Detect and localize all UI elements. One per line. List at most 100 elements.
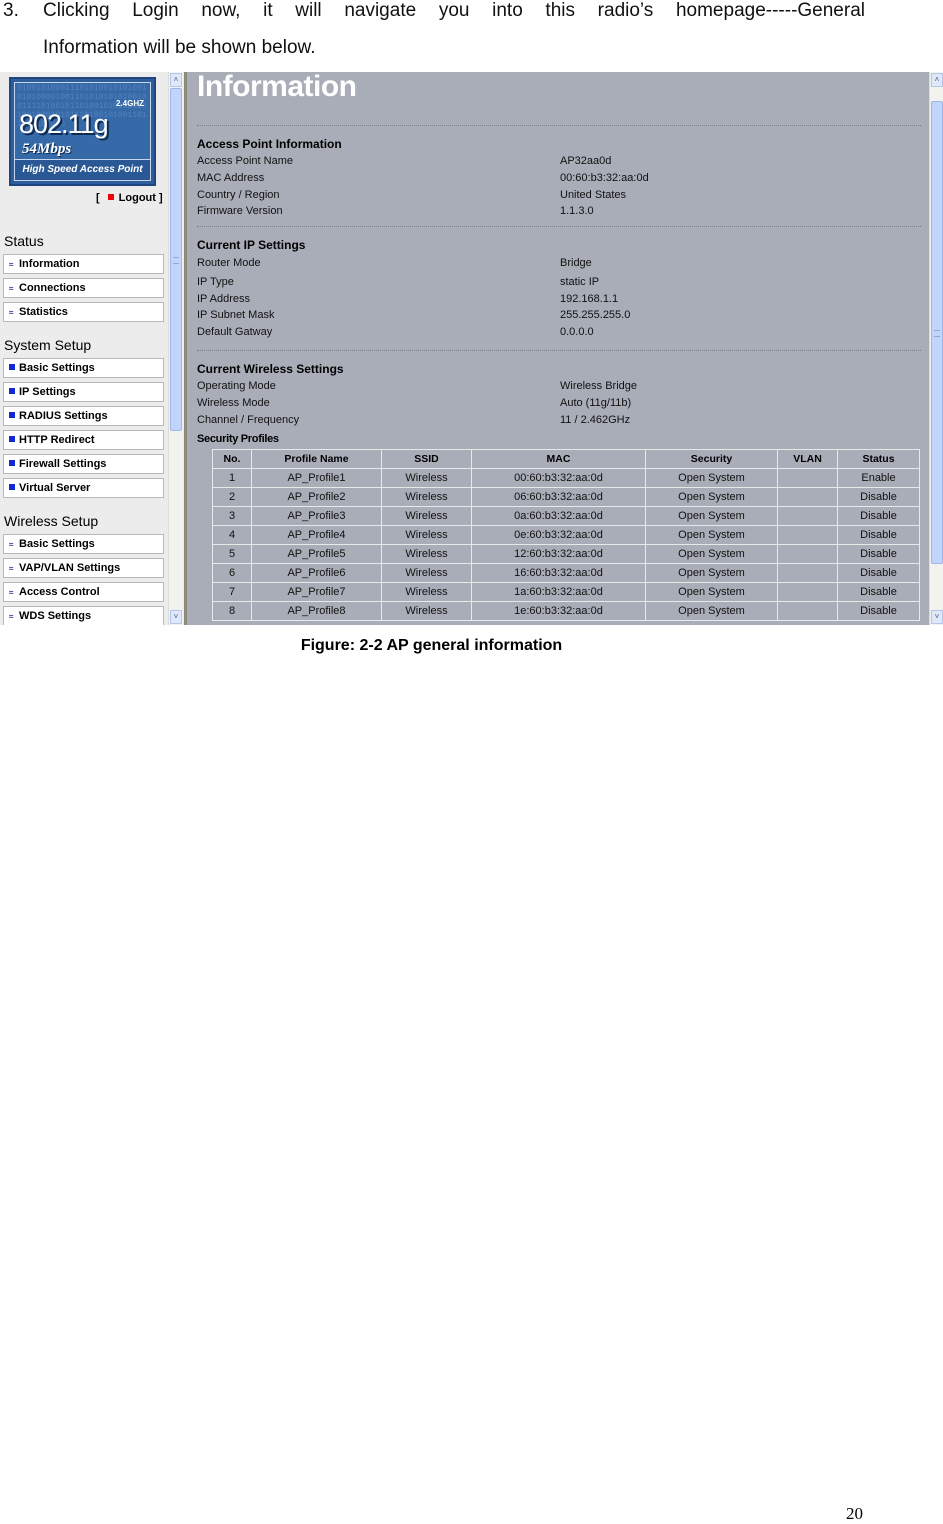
- table-row: 1 AP_Profile1 Wireless 00:60:b3:32:aa:0d Ope…: [212, 468, 920, 488]
- sidebar-item-basic-settings[interactable]: Basic Settings: [3, 358, 164, 378]
- column-header: Status: [837, 449, 920, 469]
- table-row: 6 AP_Profile6 Wireless 16:60:b3:32:aa:0d Ope…: [212, 563, 920, 583]
- table-cell: 00:60:b3:32:aa:0d: [471, 468, 646, 488]
- table-cell: 3: [212, 506, 252, 526]
- column-header: No.: [212, 449, 252, 469]
- table-cell: [777, 487, 838, 507]
- ip-address-label: IP Address: [197, 293, 250, 305]
- table-cell: AP_Profile5: [251, 544, 382, 564]
- table-cell: Wireless: [381, 563, 472, 583]
- table-cell: Open System: [645, 601, 778, 621]
- table-row: 8 AP_Profile8 Wireless 1e:60:b3:32:aa:0d Ope…: [212, 601, 920, 621]
- column-header: MAC: [471, 449, 646, 469]
- table-cell: Open System: [645, 563, 778, 583]
- scroll-down-icon[interactable]: ˅: [170, 610, 182, 624]
- table-cell: 8: [212, 601, 252, 621]
- figure-caption: Figure: 2-2 AP general information: [300, 637, 563, 654]
- sidebar-item-wireless-basic-settings[interactable]: ≈ Basic Settings: [3, 534, 164, 554]
- divider: [197, 125, 921, 126]
- sidebar-section-system-setup: System Setup: [4, 337, 92, 353]
- table-row: 7 AP_Profile7 Wireless 1a:60:b3:32:aa:0d Ope…: [212, 582, 920, 602]
- main-scrollbar[interactable]: ˄ ˅: [929, 72, 943, 625]
- scroll-up-icon[interactable]: ˄: [170, 73, 182, 87]
- logo-standard: 802.11g: [19, 109, 109, 139]
- sidebar-item-http-redirect[interactable]: HTTP Redirect: [3, 430, 164, 450]
- intro-line-2: Information will be shown below.: [43, 37, 316, 58]
- table-cell: AP_Profile3: [251, 506, 382, 526]
- feed-icon: ≈: [9, 540, 14, 549]
- sidebar-item-label: Basic Settings: [19, 538, 95, 550]
- scroll-up-icon[interactable]: ˄: [931, 73, 943, 87]
- table-cell: [777, 601, 838, 621]
- sidebar-item-label: Access Control: [19, 586, 100, 598]
- scroll-down-icon[interactable]: ˅: [931, 610, 943, 624]
- column-header: VLAN: [777, 449, 838, 469]
- table-cell: AP_Profile6: [251, 563, 382, 583]
- table-cell: 4: [212, 525, 252, 545]
- ap-name-value: AP32aa0d: [560, 155, 612, 167]
- sidebar-item-label: VAP/VLAN Settings: [19, 562, 121, 574]
- square-icon: [9, 364, 15, 370]
- sidebar-item-information[interactable]: ≈ Information: [3, 254, 164, 274]
- sidebar-item-virtual-server[interactable]: Virtual Server: [3, 478, 164, 498]
- sidebar-item-label: WDS Settings: [19, 610, 92, 622]
- sidebar-scrollbar[interactable]: ˄ ˅: [168, 72, 183, 625]
- logout-bracket-close: ]: [159, 192, 163, 204]
- country-region-label: Country / Region: [197, 189, 280, 201]
- table-cell: 0a:60:b3:32:aa:0d: [471, 506, 646, 526]
- wireless-mode-label: Wireless Mode: [197, 397, 270, 409]
- table-cell: 2: [212, 487, 252, 507]
- table-cell: [777, 525, 838, 545]
- table-cell: Disable: [837, 525, 920, 545]
- sidebar-item-label: RADIUS Settings: [19, 410, 108, 422]
- table-cell: 1a:60:b3:32:aa:0d: [471, 582, 646, 602]
- logout-link[interactable]: [Logout ]: [96, 192, 163, 204]
- intro-line-1: Clicking Login now, it will navigate you…: [43, 0, 865, 21]
- table-cell: Open System: [645, 544, 778, 564]
- operating-mode-value: Wireless Bridge: [560, 380, 638, 392]
- sidebar-scroll-thumb[interactable]: [170, 88, 182, 431]
- table-cell: [777, 544, 838, 564]
- sidebar-section-status: Status: [4, 233, 44, 249]
- page-title: Information: [197, 72, 357, 103]
- access-point-info-heading: Access Point Information: [197, 137, 342, 151]
- table-cell: Open System: [645, 506, 778, 526]
- sidebar-item-access-control[interactable]: ≈ Access Control: [3, 582, 164, 602]
- table-cell: 06:60:b3:32:aa:0d: [471, 487, 646, 507]
- main-content: Information Access Point Information Acc…: [187, 72, 929, 625]
- table-cell: Wireless: [381, 506, 472, 526]
- table-cell: Disable: [837, 506, 920, 526]
- table-cell: 0e:60:b3:32:aa:0d: [471, 525, 646, 545]
- square-icon: [9, 460, 15, 466]
- divider: [197, 226, 921, 227]
- sidebar-item-firewall-settings[interactable]: Firewall Settings: [3, 454, 164, 474]
- table-row: 2 AP_Profile2 Wireless 06:60:b3:32:aa:0d Ope…: [212, 487, 920, 507]
- square-icon: [9, 484, 15, 490]
- sidebar-item-vap-vlan-settings[interactable]: ≈ VAP/VLAN Settings: [3, 558, 164, 578]
- sidebar-item-ip-settings[interactable]: IP Settings: [3, 382, 164, 402]
- sidebar-item-radius-settings[interactable]: RADIUS Settings: [3, 406, 164, 426]
- square-icon: [9, 436, 15, 442]
- table-cell: [777, 468, 838, 488]
- logout-label: Logout: [118, 192, 156, 204]
- firmware-version-value: 1.1.3.0: [560, 205, 594, 217]
- table-cell: Open System: [645, 487, 778, 507]
- table-cell: AP_Profile1: [251, 468, 382, 488]
- sidebar-item-connections[interactable]: ≈ Connections: [3, 278, 164, 298]
- main-scroll-thumb[interactable]: [931, 101, 943, 564]
- sidebar-item-statistics[interactable]: ≈ Statistics: [3, 302, 164, 322]
- table-cell: Wireless: [381, 487, 472, 507]
- page-number: 20: [846, 1504, 863, 1523]
- feed-icon: ≈: [9, 588, 14, 597]
- table-cell: Disable: [837, 544, 920, 564]
- default-gateway-label: Default Gatway: [197, 326, 273, 338]
- table-cell: Wireless: [381, 582, 472, 602]
- column-header: SSID: [381, 449, 472, 469]
- sidebar-item-label: Statistics: [19, 306, 68, 318]
- table-cell: Enable: [837, 468, 920, 488]
- table-cell: AP_Profile4: [251, 525, 382, 545]
- table-row: 5 AP_Profile5 Wireless 12:60:b3:32:aa:0d Ope…: [212, 544, 920, 564]
- security-profiles-heading: Security Profiles: [197, 433, 279, 445]
- table-row: 4 AP_Profile4 Wireless 0e:60:b3:32:aa:0d Ope…: [212, 525, 920, 545]
- sidebar-item-wds-settings[interactable]: ≈ WDS Settings: [3, 606, 164, 625]
